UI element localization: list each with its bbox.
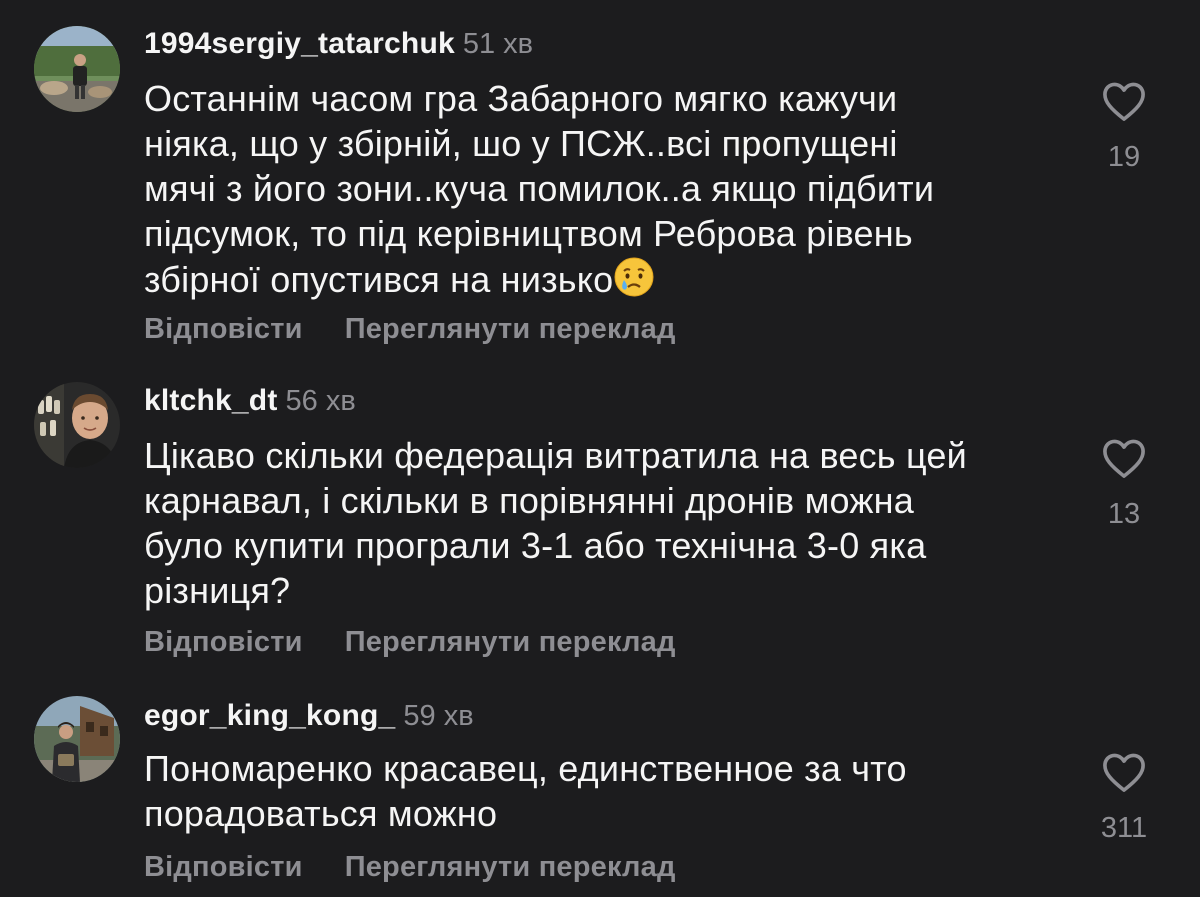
comment-actions: Відповісти Переглянути переклад — [144, 622, 676, 662]
comment-line: карнавал, і скільки в порівнянні дронів … — [144, 480, 914, 521]
username[interactable]: 1994sergiy_tatarchuk — [144, 27, 455, 60]
see-translation-button[interactable]: Переглянути переклад — [345, 626, 676, 658]
comment-actions: Відповісти Переглянути переклад — [144, 847, 676, 887]
timestamp: 56 хв — [285, 385, 356, 417]
comment-line: підсумок, то під керівництвом Реброва рі… — [144, 213, 913, 254]
avatar[interactable] — [34, 696, 120, 782]
avatar-photo — [34, 382, 120, 468]
username[interactable]: kltchk_dt — [144, 384, 278, 417]
reply-button[interactable]: Відповісти — [144, 851, 303, 883]
like-control: 19 — [1084, 80, 1164, 174]
see-translation-button[interactable]: Переглянути переклад — [345, 313, 676, 345]
comment-text: Пономаренко красавец, единственное за чт… — [144, 746, 1074, 836]
comment-header: 1994sergiy_tatarchuk 51 хв — [144, 24, 533, 64]
reply-button[interactable]: Відповісти — [144, 626, 303, 658]
comment-line: різниця? — [144, 570, 291, 611]
comment-line: Цікаво скільки федерація витратила на ве… — [144, 435, 967, 476]
comment-header: kltchk_dt 56 хв — [144, 381, 356, 421]
timestamp: 59 хв — [403, 700, 474, 732]
comment-text: Цікаво скільки федерація витратила на ве… — [144, 433, 1074, 613]
avatar[interactable] — [34, 382, 120, 468]
username[interactable]: egor_king_kong_ — [144, 699, 395, 732]
avatar[interactable] — [34, 26, 120, 112]
comment-actions: Відповісти Переглянути переклад — [144, 309, 676, 349]
see-translation-button[interactable]: Переглянути переклад — [345, 851, 676, 883]
crying-face-emoji — [613, 256, 655, 308]
comment-line: ніяка, що у збірній, шо у ПСЖ..всі пропу… — [144, 123, 898, 164]
comment-line: мячі з його зони..куча помилок..а якщо п… — [144, 168, 935, 209]
comment-line: Пономаренко красавец, единственное за чт… — [144, 748, 907, 789]
comment-line: збірної опустився на низько — [144, 256, 1074, 308]
avatar-photo — [34, 26, 120, 112]
heart-outline-icon[interactable] — [1101, 437, 1147, 479]
avatar-photo — [34, 696, 120, 782]
like-count: 13 — [1107, 498, 1141, 530]
comment-line: Останнім часом гра Забарного мягко кажуч… — [144, 78, 898, 119]
heart-outline-icon[interactable] — [1101, 80, 1147, 122]
like-count: 311 — [1100, 812, 1148, 844]
heart-outline-icon[interactable] — [1101, 751, 1147, 793]
timestamp: 51 хв — [462, 28, 534, 60]
comment-header: egor_king_kong_ 59 хв — [144, 696, 474, 736]
like-count: 19 — [1107, 141, 1141, 173]
comment-line: порадоваться можно — [144, 793, 498, 834]
like-control: 13 — [1084, 437, 1164, 531]
comment-line-text: збірної опустився на низько — [144, 259, 614, 300]
comment-text: Останнім часом гра Забарного мягко кажуч… — [144, 76, 1074, 308]
comment-line: було купити програли 3-1 або технічна 3-… — [144, 525, 927, 566]
reply-button[interactable]: Відповісти — [144, 313, 303, 345]
like-control: 311 — [1084, 751, 1164, 845]
